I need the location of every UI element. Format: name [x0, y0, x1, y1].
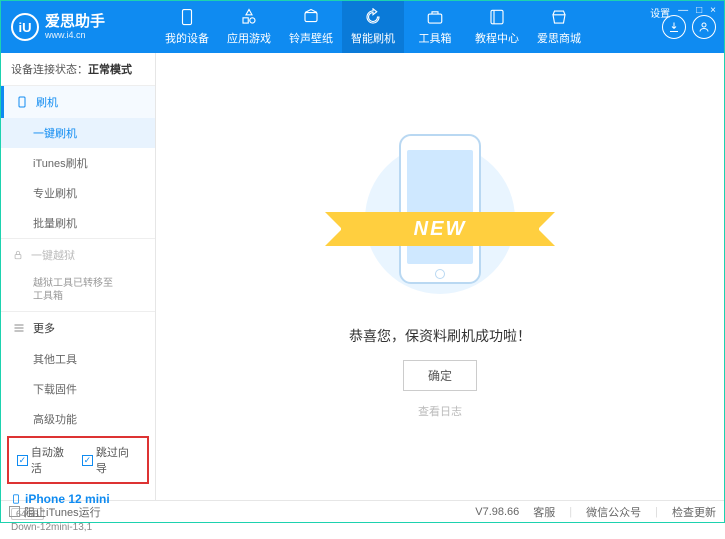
sidebar-item-flash-0[interactable]: 一键刷机	[1, 118, 155, 148]
view-log-link[interactable]: 查看日志	[418, 403, 462, 419]
phone-icon	[178, 8, 196, 26]
minimize-button[interactable]: —	[678, 5, 688, 20]
sidebar-head-more[interactable]: 更多	[1, 312, 155, 344]
settings-link[interactable]: 设置	[650, 5, 670, 20]
device-model: Down-12mini-13,1	[11, 522, 145, 533]
check-update-link[interactable]: 检查更新	[672, 504, 716, 520]
apps-icon	[240, 8, 258, 26]
sidebar-item-more-1[interactable]: 下载固件	[1, 374, 155, 404]
success-message: 恭喜您，保资料刷机成功啦！	[349, 326, 531, 346]
maximize-button[interactable]: □	[696, 5, 702, 20]
sidebar: 设备连接状态：正常模式 刷机 一键刷机iTunes刷机专业刷机批量刷机 一键越狱…	[1, 53, 156, 500]
options-checkboxes: ✓ 自动激活 ✓ 跳过向导	[7, 436, 149, 484]
nav-tabs: 我的设备 应用游戏 铃声壁纸 智能刷机 工具箱 教程中心 爱思商城	[156, 1, 654, 53]
wechat-link[interactable]: 微信公众号	[586, 504, 641, 520]
nav-tab-label: 爱思商城	[537, 30, 581, 46]
nav-tab-6[interactable]: 爱思商城	[528, 1, 590, 53]
logo-area[interactable]: iU 爱思助手 www.i4.cn	[1, 13, 156, 41]
sidebar-item-more-2[interactable]: 高级功能	[1, 404, 155, 434]
sidebar-head-more-label: 更多	[33, 320, 55, 336]
sidebar-head-flash-label: 刷机	[36, 94, 58, 110]
logo-icon: iU	[11, 13, 39, 41]
nav-tab-2[interactable]: 铃声壁纸	[280, 1, 342, 53]
sidebar-item-flash-3[interactable]: 批量刷机	[1, 208, 155, 238]
lock-icon	[13, 250, 23, 260]
nav-tab-label: 智能刷机	[351, 30, 395, 46]
sidebar-head-jailbreak-label: 一键越狱	[31, 247, 75, 263]
success-illustration: NEW	[355, 134, 525, 304]
service-link[interactable]: 客服	[533, 504, 555, 520]
sidebar-item-flash-2[interactable]: 专业刷机	[1, 178, 155, 208]
book-icon	[488, 8, 506, 26]
store-icon	[550, 8, 568, 26]
status-value: 正常模式	[88, 64, 132, 76]
auto-activate-checkbox[interactable]: ✓ 自动激活	[17, 444, 74, 476]
window-controls-top: 设置 — □ ×	[650, 5, 716, 20]
refresh-icon	[364, 8, 382, 26]
sidebar-section-more: 更多 其他工具下载固件高级功能	[1, 312, 155, 434]
status-label: 设备连接状态：	[11, 64, 88, 76]
nav-tab-5[interactable]: 教程中心	[466, 1, 528, 53]
sidebar-item-flash-1[interactable]: iTunes刷机	[1, 148, 155, 178]
sidebar-item-more-0[interactable]: 其他工具	[1, 344, 155, 374]
nav-tab-label: 我的设备	[165, 30, 209, 46]
menu-icon	[13, 322, 25, 334]
nav-tab-3[interactable]: 智能刷机	[342, 1, 404, 53]
content-area: 设备连接状态：正常模式 刷机 一键刷机iTunes刷机专业刷机批量刷机 一键越狱…	[1, 53, 724, 500]
new-badge: NEW	[341, 212, 539, 246]
nav-tab-1[interactable]: 应用游戏	[218, 1, 280, 53]
toolbox-icon	[426, 8, 444, 26]
nav-tab-label: 铃声壁纸	[289, 30, 333, 46]
skip-guide-label: 跳过向导	[96, 444, 139, 476]
sidebar-head-jailbreak[interactable]: 一键越狱	[1, 239, 155, 271]
nav-tab-label: 工具箱	[419, 30, 452, 46]
ok-button[interactable]: 确定	[403, 360, 477, 391]
nav-tab-4[interactable]: 工具箱	[404, 1, 466, 53]
nav-tab-label: 应用游戏	[227, 30, 271, 46]
titlebar: 设置 — □ × iU 爱思助手 www.i4.cn 我的设备 应用游戏 铃声壁纸 智…	[1, 1, 724, 53]
phone-icon	[16, 96, 28, 108]
skip-guide-checkbox[interactable]: ✓ 跳过向导	[82, 444, 139, 476]
sidebar-section-jailbreak: 一键越狱 越狱工具已转移至 工具箱	[1, 239, 155, 312]
app-name: 爱思助手	[45, 14, 105, 29]
close-button[interactable]: ×	[710, 5, 716, 20]
auto-activate-label: 自动激活	[31, 444, 74, 476]
checkbox-icon: ✓	[17, 455, 28, 466]
music-icon	[302, 8, 320, 26]
block-itunes-checkbox[interactable]: 阻止iTunes运行	[9, 504, 101, 520]
sidebar-head-flash[interactable]: 刷机	[1, 86, 155, 118]
nav-tab-label: 教程中心	[475, 30, 519, 46]
sidebar-section-flash: 刷机 一键刷机iTunes刷机专业刷机批量刷机	[1, 86, 155, 239]
checkbox-icon	[9, 506, 20, 517]
main-panel: NEW 恭喜您，保资料刷机成功啦！ 确定 查看日志	[156, 53, 724, 500]
jailbreak-note: 越狱工具已转移至 工具箱	[1, 271, 155, 311]
checkbox-icon: ✓	[82, 455, 93, 466]
app-url: www.i4.cn	[45, 31, 105, 40]
connection-status: 设备连接状态：正常模式	[1, 53, 155, 86]
nav-tab-0[interactable]: 我的设备	[156, 1, 218, 53]
version-text: V7.98.66	[475, 506, 519, 518]
block-itunes-label: 阻止iTunes运行	[24, 504, 101, 520]
